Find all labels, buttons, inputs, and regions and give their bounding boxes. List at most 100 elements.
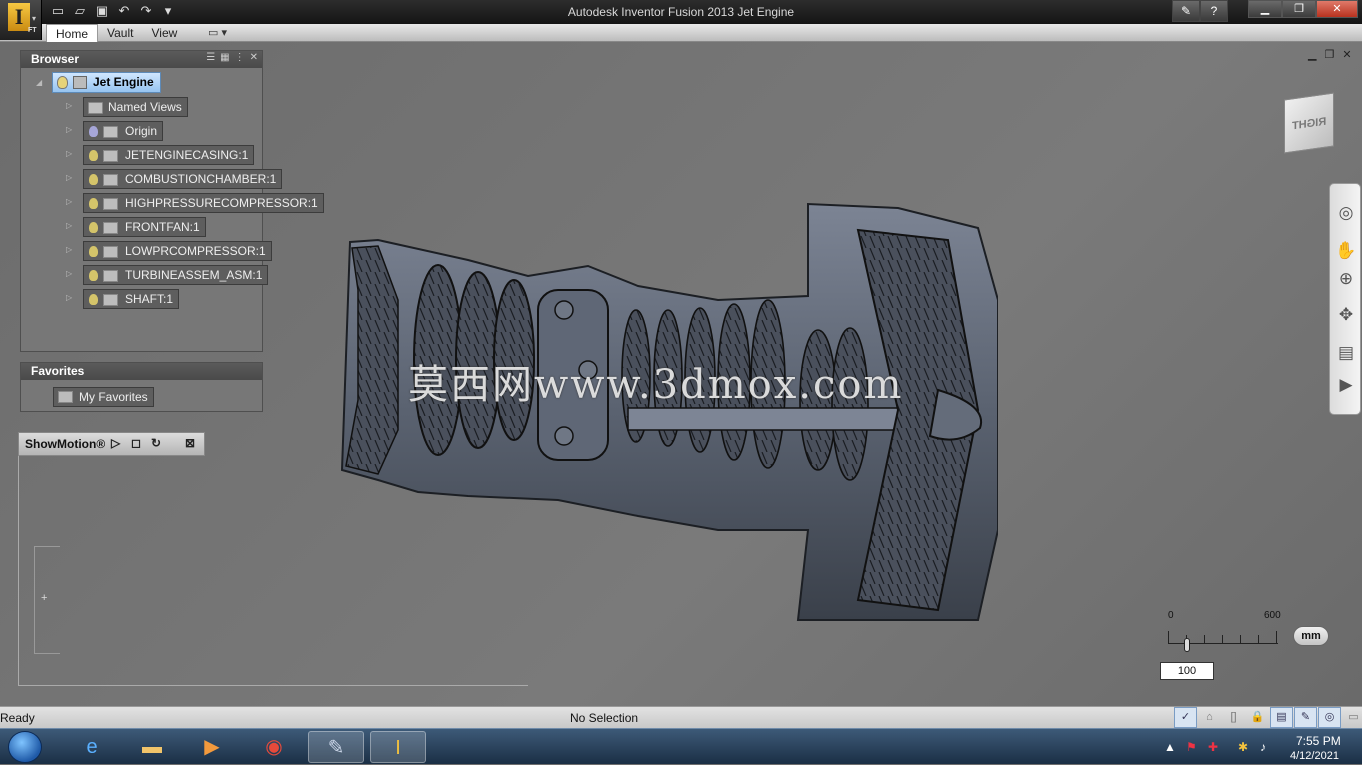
expand-triangle-icon[interactable]: ▷ bbox=[66, 197, 72, 206]
comm-center-icon[interactable]: ✎ bbox=[1172, 0, 1200, 22]
showmotion-nav-icon[interactable]: ▶ bbox=[1335, 374, 1357, 396]
tree-node-label: FRONTFAN:1 bbox=[125, 220, 200, 234]
minimize-button[interactable]: ▁ bbox=[1248, 0, 1282, 18]
media-player-icon[interactable]: ▶ bbox=[184, 731, 240, 763]
help-group: ✎ ? bbox=[1172, 0, 1228, 22]
tree-node-highpressurecompressor[interactable]: HIGHPRESSURECOMPRESSOR:1 bbox=[83, 193, 324, 213]
steering-wheel-icon[interactable]: ◎ bbox=[1335, 202, 1357, 224]
visibility-bulb-icon[interactable] bbox=[89, 126, 98, 137]
close-icon[interactable]: ⊠ bbox=[185, 436, 195, 450]
add-snapshot-icon[interactable]: + bbox=[41, 592, 47, 604]
tree-node-shaft[interactable]: SHAFT:1 bbox=[83, 289, 180, 309]
tree-node-label: SHAFT:1 bbox=[125, 292, 174, 306]
zoom-scale: 0 600 mm 100 bbox=[1160, 610, 1330, 682]
security-icon[interactable]: ✚ bbox=[1208, 740, 1218, 754]
ground-plane-icon[interactable]: ⌂ bbox=[1198, 707, 1221, 728]
tree-root-label: Jet Engine bbox=[93, 75, 154, 89]
show-hidden-icons[interactable]: ▲ bbox=[1164, 740, 1176, 754]
tree-node-jetenginecasing[interactable]: JETENGINECASING:1 bbox=[83, 145, 255, 165]
tab-view[interactable]: View bbox=[142, 24, 186, 42]
tree-node-combustionchamber[interactable]: COMBUSTIONCHAMBER:1 bbox=[83, 169, 283, 189]
tree-node-named-views[interactable]: Named Views bbox=[83, 97, 188, 117]
more-options-icon[interactable]: ⋮ bbox=[235, 52, 245, 63]
clock-time[interactable]: 7:55 PM bbox=[1296, 734, 1341, 748]
expand-triangle-icon[interactable]: ▷ bbox=[66, 173, 72, 182]
viewport-minimize-button[interactable]: ▁ bbox=[1308, 48, 1316, 61]
expand-triangle-icon[interactable]: ▷ bbox=[66, 269, 72, 278]
start-button[interactable] bbox=[8, 731, 42, 763]
check-icon[interactable]: ✓ bbox=[1174, 707, 1197, 728]
maximize-button[interactable]: ❐ bbox=[1282, 0, 1316, 18]
bracket-icon[interactable]: [] bbox=[1222, 707, 1245, 728]
tile-view-icon[interactable]: ▦ bbox=[220, 52, 229, 63]
stop-icon[interactable]: ◻ bbox=[131, 436, 141, 450]
ie-icon[interactable]: e bbox=[64, 731, 120, 763]
loop-icon[interactable]: ↻ bbox=[151, 436, 161, 450]
section-icon[interactable]: ◎ bbox=[1318, 707, 1341, 728]
explorer-icon[interactable]: ▬ bbox=[124, 731, 180, 763]
action-center-icon[interactable]: ⚑ bbox=[1186, 740, 1197, 754]
tab-vault[interactable]: Vault bbox=[98, 24, 142, 42]
viewport-close-button[interactable]: ✕ bbox=[1342, 48, 1351, 61]
visibility-bulb-icon[interactable] bbox=[89, 270, 98, 281]
expand-triangle-icon[interactable]: ▷ bbox=[66, 101, 72, 110]
tree-node-label: TURBINEASSEM_ASM:1 bbox=[125, 268, 263, 282]
pencil-icon[interactable]: ✎ bbox=[1294, 707, 1317, 728]
window-icon[interactable]: ▤ bbox=[1270, 707, 1293, 728]
expand-triangle-icon[interactable]: ▷ bbox=[66, 293, 72, 302]
volume-icon[interactable]: ♪ bbox=[1260, 740, 1266, 754]
scale-slider-knob[interactable] bbox=[1184, 638, 1190, 652]
part-icon bbox=[103, 294, 118, 306]
close-button[interactable]: ✕ bbox=[1316, 0, 1358, 18]
chevron-down-icon: ▾ bbox=[32, 14, 37, 23]
tree-node-lowprcompressor[interactable]: LOWPRCOMPRESSOR:1 bbox=[83, 241, 272, 261]
visibility-bulb-icon[interactable] bbox=[57, 76, 68, 89]
unit-button[interactable]: mm bbox=[1293, 626, 1329, 646]
network-icon[interactable]: ✱ bbox=[1238, 740, 1248, 754]
collapse-triangle-icon[interactable]: ◢ bbox=[36, 78, 42, 87]
assembly-icon bbox=[103, 270, 118, 282]
expand-triangle-icon[interactable]: ▷ bbox=[66, 221, 72, 230]
folder-icon bbox=[58, 391, 73, 403]
viewcube[interactable]: RIGHT bbox=[1284, 92, 1334, 154]
scale-value-input[interactable]: 100 bbox=[1160, 662, 1214, 680]
tree-node-turbineassem[interactable]: TURBINEASSEM_ASM:1 bbox=[83, 265, 269, 285]
lock-icon[interactable]: 🔒 bbox=[1246, 707, 1269, 728]
visibility-bulb-icon[interactable] bbox=[89, 150, 98, 161]
pan-hand-icon[interactable]: ✋ bbox=[1335, 240, 1357, 262]
tree-node-label: LOWPRCOMPRESSOR:1 bbox=[125, 244, 266, 258]
paint-icon[interactable]: ✎ bbox=[308, 731, 364, 763]
visibility-bulb-icon[interactable] bbox=[89, 174, 98, 185]
orbit-icon[interactable]: ✥ bbox=[1335, 304, 1357, 326]
expand-triangle-icon[interactable]: ▷ bbox=[66, 245, 72, 254]
help-icon[interactable]: ? bbox=[1200, 0, 1228, 22]
showmotion-timeline-area bbox=[18, 456, 528, 686]
visibility-bulb-icon[interactable] bbox=[89, 294, 98, 305]
window-controls: ▁ ❐ ✕ bbox=[1248, 0, 1358, 18]
play-icon[interactable]: ▷ bbox=[111, 436, 120, 450]
ribbon-tabs: Home Vault View bbox=[46, 24, 186, 42]
tree-node-origin[interactable]: Origin bbox=[83, 121, 164, 141]
tree-node-frontfan[interactable]: FRONTFAN:1 bbox=[83, 217, 206, 237]
expand-triangle-icon[interactable]: ▷ bbox=[66, 125, 72, 134]
inventor-taskbar-icon[interactable]: I bbox=[370, 731, 426, 763]
list-view-icon[interactable]: ☰ bbox=[206, 52, 215, 63]
tree-node-label: Named Views bbox=[108, 100, 182, 114]
tab-home[interactable]: Home bbox=[46, 24, 99, 42]
look-at-icon[interactable]: ▤ bbox=[1335, 342, 1357, 364]
zoom-icon[interactable]: ⊕ bbox=[1335, 268, 1357, 290]
application-menu-button[interactable]: I FT ▾ bbox=[0, 0, 42, 40]
display-icon[interactable]: ▭ bbox=[1342, 707, 1362, 728]
clock-date[interactable]: 4/12/2021 bbox=[1290, 750, 1339, 762]
favorites-item-my-favorites[interactable]: My Favorites bbox=[53, 387, 154, 407]
chrome-icon[interactable]: ◉ bbox=[246, 731, 302, 763]
title-bar: ▭ ▱ ▣ ↶ ↷ ▾ Autodesk Inventor Fusion 201… bbox=[0, 0, 1362, 24]
visibility-bulb-icon[interactable] bbox=[89, 222, 98, 233]
visibility-bulb-icon[interactable] bbox=[89, 198, 98, 209]
tree-root-jet-engine[interactable]: Jet Engine bbox=[52, 72, 161, 93]
close-icon[interactable]: ✕ bbox=[250, 52, 258, 63]
ribbon-options-icon[interactable]: ▭ ▾ bbox=[208, 26, 227, 39]
expand-triangle-icon[interactable]: ▷ bbox=[66, 149, 72, 158]
visibility-bulb-icon[interactable] bbox=[89, 246, 98, 257]
viewport-restore-button[interactable]: ❐ bbox=[1324, 48, 1334, 61]
